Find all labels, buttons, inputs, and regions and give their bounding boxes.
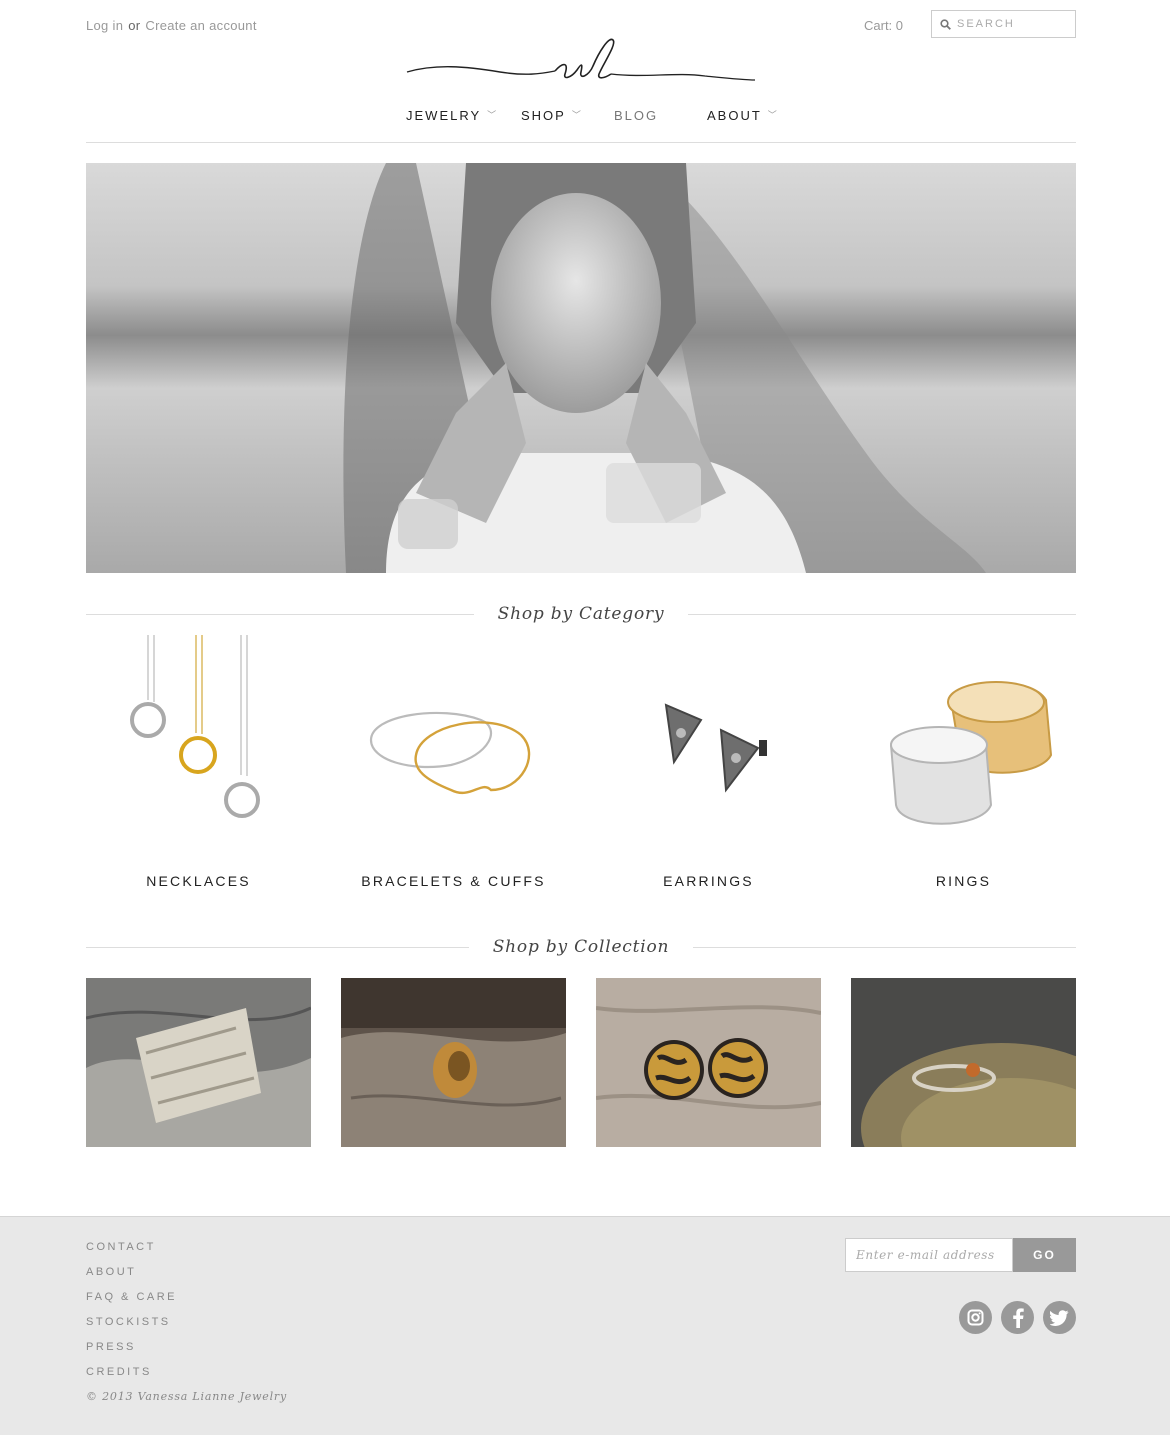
heading-rule <box>688 613 1077 615</box>
chevron-down-icon: ﹀ <box>571 110 583 120</box>
category-label: NECKLACES <box>146 873 251 889</box>
collection-image <box>341 978 566 1147</box>
nav-label-about: ABOUT <box>707 108 762 123</box>
nav-item-about[interactable]: ABOUT ﹀ <box>707 108 779 123</box>
earrings-image <box>664 703 767 793</box>
category-label: EARRINGS <box>663 873 754 889</box>
hero-photo <box>86 163 1076 573</box>
collection-tile-2[interactable] <box>341 978 566 1147</box>
collection-image <box>86 978 311 1147</box>
hero-image[interactable] <box>86 163 1076 573</box>
nav-label-shop: SHOP <box>521 108 566 123</box>
footer-link-about[interactable]: ABOUT <box>86 1266 177 1291</box>
footer-link-stockists[interactable]: STOCKISTS <box>86 1316 177 1341</box>
search-icon <box>940 18 951 30</box>
facebook-icon[interactable] <box>1001 1301 1034 1334</box>
chevron-down-icon: ﹀ <box>767 110 779 120</box>
search-input[interactable] <box>957 18 1067 30</box>
main-nav: JEWELRY ﹀ SHOP ﹀ BLOG ABOUT ﹀ <box>86 108 1076 128</box>
footer: CONTACT ABOUT FAQ & CARE STOCKISTS PRESS… <box>0 1216 1170 1435</box>
bracelets-image <box>369 711 531 795</box>
footer-link-press[interactable]: PRESS <box>86 1341 177 1366</box>
nav-label-blog: BLOG <box>614 108 659 123</box>
nav-label-jewelry: JEWELRY <box>406 108 482 123</box>
nav-item-blog[interactable]: BLOG <box>614 108 658 123</box>
heading-rule <box>86 946 469 948</box>
heading-rule <box>86 613 474 615</box>
chevron-down-icon: ﹀ <box>487 110 499 120</box>
collection-tile-4[interactable] <box>851 978 1076 1147</box>
category-rings[interactable]: RINGS <box>851 630 1076 900</box>
category-bracelets[interactable]: BRACELETS & CUFFS <box>341 630 566 900</box>
search-box[interactable] <box>931 10 1076 38</box>
category-earrings[interactable]: EARRINGS <box>596 630 821 900</box>
collection-image <box>851 978 1076 1147</box>
category-label: RINGS <box>935 873 992 889</box>
category-heading: Shop by Category <box>86 602 1077 626</box>
login-link[interactable]: Log in <box>86 18 123 33</box>
necklaces-image <box>130 635 260 818</box>
collection-title: Shop by Collection <box>492 937 670 957</box>
nav-item-jewelry[interactable]: JEWELRY ﹀ <box>406 108 498 123</box>
category-title: Shop by Category <box>497 604 665 624</box>
footer-link-faq[interactable]: FAQ & CARE <box>86 1291 177 1316</box>
category-label: BRACELETS & CUFFS <box>361 873 546 889</box>
rings-image <box>889 681 1053 825</box>
collection-heading: Shop by Collection <box>86 935 1076 959</box>
copyright: © 2013 Vanessa Lianne Jewelry <box>86 1390 288 1403</box>
newsletter-form: GO <box>845 1238 1076 1272</box>
footer-link-contact[interactable]: CONTACT <box>86 1241 177 1266</box>
heading-rule <box>693 946 1076 948</box>
collection-tile-3[interactable] <box>596 978 821 1147</box>
account-links: Log in or Create an account <box>86 18 257 33</box>
collection-tile-1[interactable] <box>86 978 311 1147</box>
nav-divider <box>86 142 1076 143</box>
collection-image <box>596 978 821 1147</box>
category-necklaces[interactable]: NECKLACES <box>86 630 311 900</box>
create-account-link[interactable]: Create an account <box>145 18 256 33</box>
twitter-icon[interactable] <box>1043 1301 1076 1334</box>
nav-item-shop[interactable]: SHOP ﹀ <box>521 108 583 123</box>
or-text: or <box>128 18 141 33</box>
cart-link[interactable]: Cart: 0 <box>864 18 903 33</box>
email-field[interactable] <box>845 1238 1013 1272</box>
footer-links: CONTACT ABOUT FAQ & CARE STOCKISTS PRESS… <box>86 1241 177 1391</box>
brand-logo[interactable] <box>405 36 757 86</box>
footer-link-credits[interactable]: CREDITS <box>86 1366 177 1391</box>
newsletter-go-button[interactable]: GO <box>1013 1238 1076 1272</box>
instagram-icon[interactable] <box>959 1301 992 1334</box>
